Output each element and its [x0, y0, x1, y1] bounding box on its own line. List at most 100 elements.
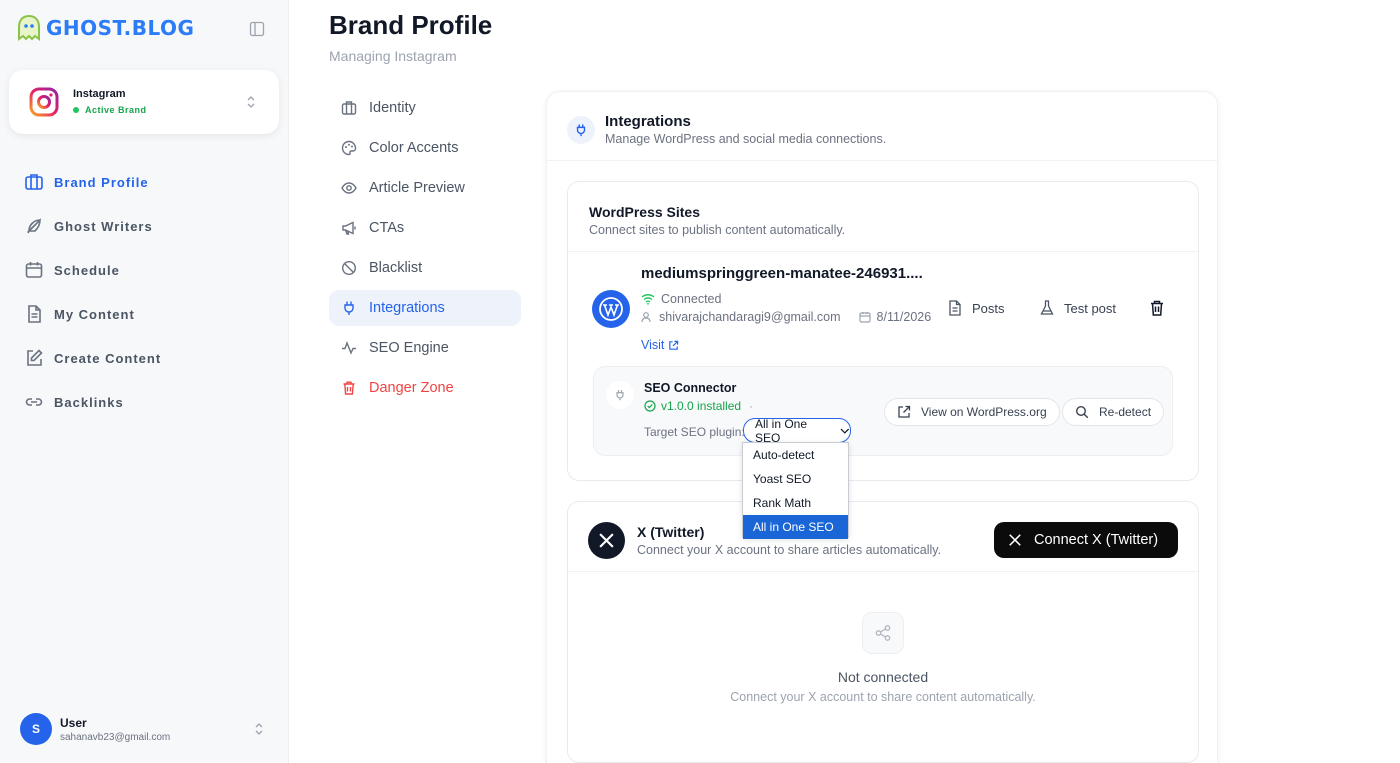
site-date: 8/11/2026	[876, 310, 932, 324]
connect-x-label: Connect X (Twitter)	[1034, 532, 1159, 548]
site-date-group: 8/11/2026	[858, 310, 932, 324]
view-on-wordpress-button[interactable]: View on WordPress.org	[884, 398, 1060, 426]
user-icon	[641, 312, 651, 323]
brand-status-label: Active Brand	[85, 105, 147, 115]
subnav-label: Identity	[369, 100, 416, 116]
sidebar: GHOST.BLOG Instagram Active Brand Brand …	[0, 0, 289, 763]
view-on-wordpress-label: View on WordPress.org	[921, 405, 1047, 419]
sidebar-item-create-content[interactable]: Create Content	[24, 336, 161, 380]
target-plugin-value: All in One SEO	[755, 416, 808, 445]
subnav-item-blacklist[interactable]: Blacklist	[329, 250, 521, 286]
plug-icon	[344, 301, 354, 315]
site-email: shivarajchandaragi9@gmail.com	[659, 310, 841, 324]
redetect-button[interactable]: Re-detect	[1062, 398, 1165, 426]
seo-connector-title: SEO Connector	[644, 381, 737, 395]
divider	[568, 251, 1198, 252]
connect-x-button[interactable]: Connect X (Twitter)	[994, 522, 1178, 558]
subnav-item-color-accents[interactable]: Color Accents	[329, 130, 521, 166]
subnav-item-seo-engine[interactable]: SEO Engine	[329, 330, 521, 366]
integrations-header-icon	[567, 116, 595, 144]
dropdown-option-rank-math[interactable]: Rank Math	[743, 491, 848, 515]
logo[interactable]: GHOST.BLOG	[16, 14, 194, 42]
redetect-label: Re-detect	[1099, 405, 1152, 419]
dropdown-option-yoast-seo[interactable]: Yoast SEO	[743, 467, 848, 491]
brand-switcher[interactable]: Instagram Active Brand	[9, 70, 279, 134]
sidebar-item-backlinks[interactable]: Backlinks	[24, 380, 161, 424]
subnav-label: Blacklist	[369, 260, 423, 276]
sidebar-item-schedule[interactable]: Schedule	[24, 248, 161, 292]
file-text-icon	[28, 305, 41, 323]
divider	[547, 160, 1217, 161]
x-logo	[588, 522, 625, 559]
dropdown-option-all-in-one-seo[interactable]: All in One SEO	[743, 515, 848, 539]
subnav-label: CTAs	[369, 220, 405, 236]
subnav-item-danger-zone[interactable]: Danger Zone	[329, 370, 521, 406]
plug-icon	[616, 390, 624, 401]
separator: ·	[749, 399, 754, 413]
sidebar-nav: Brand Profile Ghost Writers Schedule My …	[24, 160, 161, 424]
subnav-label: Integrations	[369, 300, 445, 316]
twitter-card: X (Twitter) Connect your X account to sh…	[567, 501, 1199, 763]
x-icon	[1009, 534, 1021, 546]
subnav-item-article-preview[interactable]: Article Preview	[329, 170, 521, 206]
eye-icon	[341, 182, 357, 194]
twitter-title: X (Twitter)	[637, 524, 705, 540]
user-email: sahanavb23@gmail.com	[60, 731, 171, 743]
brand-name: Instagram	[73, 88, 126, 100]
status-dot	[73, 107, 79, 113]
posts-label: Posts	[972, 300, 1005, 316]
posts-button[interactable]: Posts	[948, 300, 1005, 316]
calendar-icon	[25, 262, 43, 278]
subnav-item-identity[interactable]: Identity	[329, 90, 521, 126]
avatar: S	[20, 713, 52, 745]
sidebar-toggle-icon[interactable]	[249, 21, 265, 37]
test-post-label: Test post	[1064, 300, 1117, 316]
sidebar-item-brand-profile[interactable]: Brand Profile	[24, 160, 161, 204]
subnav-label: Danger Zone	[369, 380, 454, 396]
sidebar-item-my-content[interactable]: My Content	[24, 292, 161, 336]
ban-icon	[341, 260, 357, 276]
wifi-icon	[641, 294, 655, 305]
sidebar-item-label: Backlinks	[54, 394, 124, 410]
trash-icon[interactable]	[1150, 300, 1164, 316]
plug-icon	[576, 124, 586, 137]
sidebar-item-label: Ghost Writers	[54, 218, 153, 234]
user-menu[interactable]: S User sahanavb23@gmail.com	[20, 713, 170, 745]
test-post-button[interactable]: Test post	[1040, 300, 1116, 316]
feather-icon	[27, 218, 41, 234]
calendar-icon	[858, 312, 871, 323]
connection-status-label: Connected	[661, 292, 722, 306]
sidebar-item-label: Schedule	[54, 262, 120, 278]
activity-icon	[342, 341, 356, 355]
brand-status: Active Brand	[73, 105, 147, 115]
search-icon	[1075, 405, 1089, 419]
page-title: Brand Profile	[329, 10, 493, 40]
check-circle-icon	[644, 400, 656, 412]
target-plugin-select[interactable]: All in One SEO	[743, 416, 851, 445]
not-connected-title: Not connected	[837, 669, 929, 685]
external-link-icon	[669, 340, 679, 350]
seo-connector-icon	[606, 381, 634, 409]
integrations-subtitle: Manage WordPress and social media connec…	[605, 132, 887, 146]
site-name: mediumspringgreen-manatee-246931....	[641, 265, 923, 282]
wordpress-subtitle: Connect sites to publish content automat…	[589, 223, 846, 237]
file-text-icon	[949, 300, 961, 316]
dropdown-option-auto-detect[interactable]: Auto-detect	[743, 443, 848, 467]
target-plugin-dropdown: Auto-detect Yoast SEO Rank Math All in O…	[742, 442, 849, 539]
integrations-title: Integrations	[605, 113, 691, 130]
seo-connector-box: SEO Connector v1.0.0 installed · Target …	[593, 366, 1173, 456]
divider	[568, 571, 1198, 572]
not-connected-subtitle: Connect your X account to share content …	[730, 690, 1036, 704]
sidebar-item-label: Brand Profile	[54, 174, 149, 190]
site-meta: shivarajchandaragi9@gmail.com 8/11/2026	[641, 310, 931, 324]
target-plugin-label: Target SEO plugin:	[644, 425, 745, 439]
logo-text: GHOST.BLOG	[46, 16, 195, 40]
subnav-item-integrations[interactable]: Integrations	[329, 290, 521, 326]
share-icon	[875, 625, 891, 641]
subnav-item-ctas[interactable]: CTAs	[329, 210, 521, 246]
instagram-icon	[29, 87, 59, 117]
visit-link[interactable]: Visit	[641, 338, 679, 352]
visit-label: Visit	[641, 338, 665, 352]
sidebar-item-ghost-writers[interactable]: Ghost Writers	[24, 204, 161, 248]
chevron-updown-icon[interactable]	[253, 720, 265, 738]
